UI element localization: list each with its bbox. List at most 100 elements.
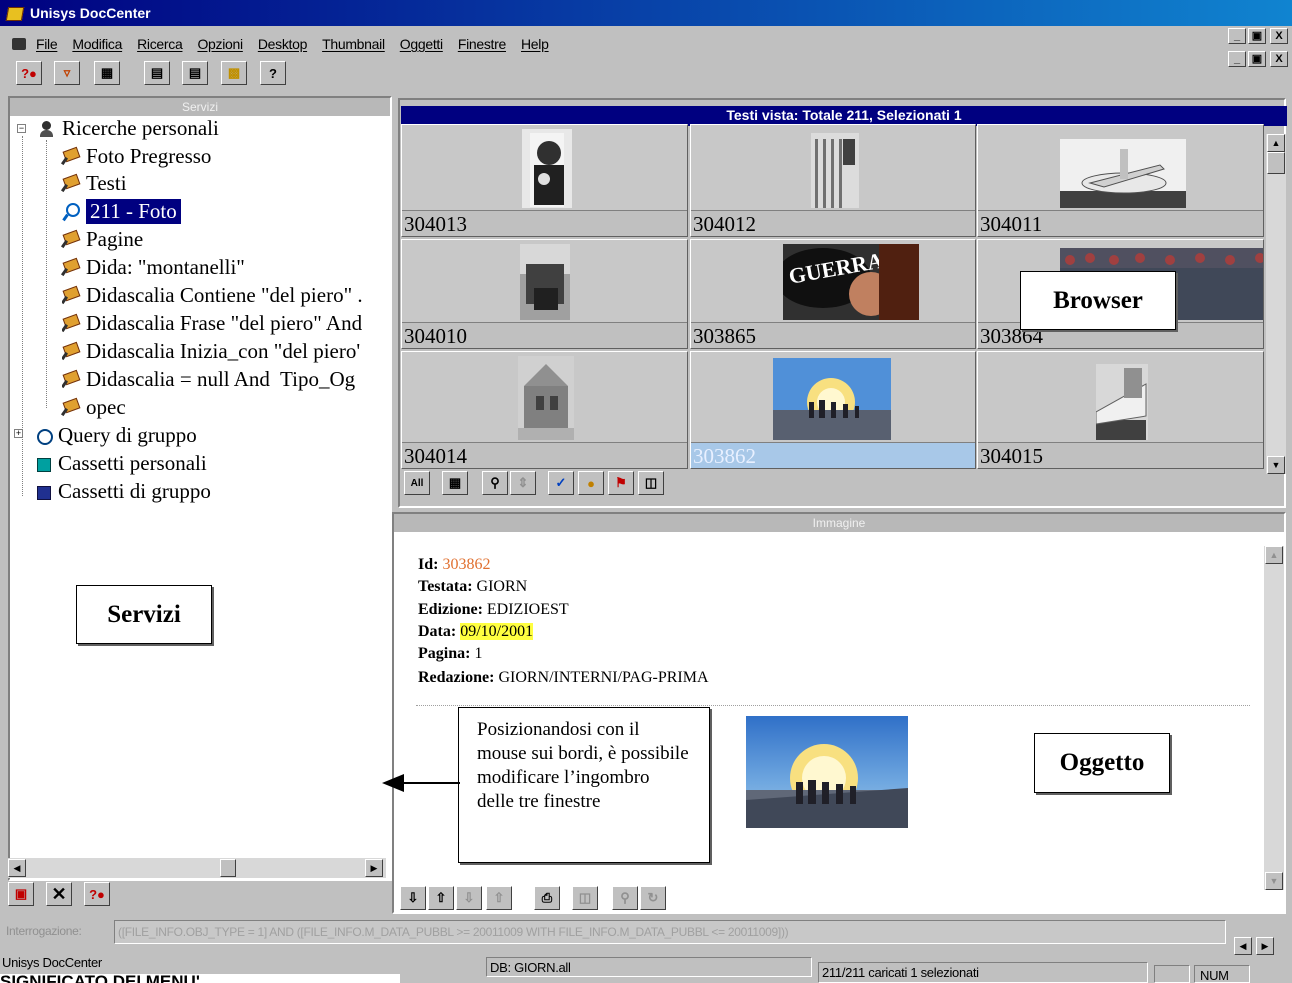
tree-expander-query-gruppo[interactable]: + — [14, 429, 23, 438]
title-bar[interactable]: Unisys DocCenter — [0, 0, 1292, 26]
new-query-button[interactable]: ?● — [16, 61, 42, 85]
scroll-left-button[interactable]: ◀ — [8, 859, 26, 877]
browser-vscrollbar[interactable] — [1266, 134, 1286, 474]
thumbnail-id-label: 303865 — [691, 322, 975, 348]
menu-finestre[interactable]: Finestre — [458, 36, 506, 52]
tree-item-ricerche-personali[interactable]: Ricerche personali — [38, 116, 219, 141]
tree-line — [22, 136, 23, 496]
menu-oggetti[interactable]: Oggetti — [400, 36, 443, 52]
menu-desktop[interactable]: Desktop — [258, 36, 308, 52]
tree-item-foto-pregresso[interactable]: Foto Pregresso — [62, 144, 211, 169]
thumbnail-image[interactable] — [518, 356, 574, 440]
thumbnail-cell[interactable]: 304015 — [977, 351, 1264, 469]
find-button[interactable]: ⚲ — [482, 471, 508, 495]
services-hscrollbar[interactable] — [8, 858, 386, 878]
bullet-button[interactable]: ● — [578, 471, 604, 495]
group-query-icon — [34, 427, 53, 445]
tree-expander-ricerche[interactable]: − — [17, 124, 26, 133]
object-image[interactable] — [746, 716, 908, 828]
thumbnail-cell[interactable]: GUERRA 303865 — [690, 239, 976, 349]
detail-divider — [416, 705, 1250, 706]
menu-thumbnail[interactable]: Thumbnail — [322, 36, 385, 52]
scroll-up-button[interactable]: ▲ — [1267, 134, 1285, 152]
rotate-button[interactable]: ↻ — [640, 886, 666, 910]
query-field[interactable]: ([FILE_INFO.OBJ_TYPE = 1] AND ([FILE_INF… — [114, 920, 1226, 944]
servizi-callout: Servizi — [76, 585, 212, 644]
list-button[interactable]: ▤ — [182, 61, 208, 85]
detail-scroll-up-button[interactable]: ▲ — [1265, 546, 1283, 564]
browser-callout: Browser — [1020, 271, 1176, 330]
services-delete-button[interactable]: ▣ — [8, 882, 34, 906]
detail-scroll-down-button[interactable]: ▼ — [1265, 872, 1283, 890]
help-button[interactable]: ? — [260, 61, 286, 85]
folder-icon: ▩ — [227, 65, 241, 80]
scroll-thumb[interactable] — [1267, 152, 1285, 174]
tree-item-211-foto[interactable]: 211 - Foto — [62, 199, 181, 224]
menu-ricerca[interactable]: Ricerca — [137, 36, 183, 52]
move-up-button[interactable]: ⇧ — [428, 886, 454, 910]
close-icon: ✕ — [51, 883, 67, 904]
thumbnail-image[interactable]: GUERRA — [783, 244, 919, 320]
thumbnail-image[interactable] — [1096, 364, 1148, 440]
move-down-button[interactable]: ⇩ — [400, 886, 426, 910]
status-loaded: 211/211 caricati 1 selezionati — [822, 965, 979, 980]
scroll-thumb[interactable] — [220, 859, 236, 877]
trash-button[interactable]: ▤ — [144, 61, 170, 85]
field-edizione: Edizione: EDIZIOEST — [418, 601, 569, 618]
detail-pane-header: Immagine — [394, 514, 1284, 532]
thumbnail-image[interactable] — [811, 133, 859, 208]
tree-item-query-di-gruppo[interactable]: Query di gruppo — [34, 423, 197, 448]
tree-item-cassetti-di-gruppo[interactable]: Cassetti di gruppo — [34, 479, 211, 504]
services-new-query-button[interactable]: ?● — [84, 882, 110, 906]
select-all-button[interactable]: All — [404, 471, 430, 495]
folder-button[interactable]: ▩ — [221, 61, 247, 85]
tree-item-testi[interactable]: Testi — [62, 171, 127, 196]
thumbnail-image[interactable] — [520, 244, 570, 320]
calendar-button[interactable]: ▦ — [442, 471, 468, 495]
tree-item-opec[interactable]: opec — [62, 395, 126, 420]
tree-item-didascalia-frase[interactable]: Didascalia Frase "del piero" And — [62, 311, 390, 336]
pushpin-icon — [62, 287, 80, 305]
tree-item-cassetti-personali[interactable]: Cassetti personali — [34, 451, 207, 476]
thumbnail-cell[interactable]: 304010 — [401, 239, 688, 349]
menu-file[interactable]: File — [36, 36, 58, 52]
app-window: Unisys DocCenter _ ▣ X _ ▣ X File Modifi… — [0, 0, 1292, 983]
tree-item-pagine[interactable]: Pagine — [62, 227, 143, 252]
prev-button[interactable]: ⇧ — [486, 886, 512, 910]
flag-button[interactable]: ⚑ — [608, 471, 634, 495]
menu-opzioni[interactable]: Opzioni — [197, 36, 243, 52]
thumbnail-cell[interactable]: 304012 — [690, 124, 976, 237]
thumbnail-image[interactable] — [1060, 139, 1186, 208]
thumbnail-cell[interactable]: 304014 — [401, 351, 688, 469]
thumbnail-image[interactable] — [773, 358, 891, 440]
next-button[interactable]: ⇩ — [456, 886, 482, 910]
scroll-right-button[interactable]: ▶ — [365, 859, 383, 877]
filter-icon: ▿ — [63, 65, 71, 80]
scroll-down-button[interactable]: ▼ — [1267, 456, 1285, 474]
tree-item-didascalia-inizia[interactable]: Didascalia Inizia_con "del piero' — [62, 339, 390, 364]
grid-view-button[interactable]: ▦ — [94, 61, 120, 85]
thumbnail-cell[interactable]: 304013 — [401, 124, 688, 237]
menu-help[interactable]: Help — [521, 36, 549, 52]
check-button[interactable]: ✓ — [548, 471, 574, 495]
new-query-icon: ?● — [21, 65, 37, 81]
tree-item-didascalia-contiene[interactable]: Didascalia Contiene "del piero" . — [62, 283, 390, 308]
pushpin-icon — [62, 371, 80, 389]
services-close-button[interactable]: ✕ — [46, 882, 72, 906]
thumbnail-image[interactable] — [522, 129, 572, 208]
export-button[interactable]: ◫ — [638, 471, 664, 495]
query-scroll-left-button[interactable]: ◀ — [1234, 937, 1252, 955]
copy-button[interactable]: ◫ — [572, 886, 598, 910]
detail-vscrollbar[interactable] — [1264, 546, 1284, 890]
tree-item-didascalia-null[interactable]: Didascalia = null And Tipo_Og — [62, 367, 390, 392]
thumbnail-cell[interactable]: 304011 — [977, 124, 1264, 237]
sort-button[interactable]: ⇕ — [510, 471, 536, 495]
document-window-icon[interactable] — [10, 35, 30, 53]
thumbnail-cell[interactable]: 303862 — [690, 351, 976, 469]
query-scroll-right-button[interactable]: ▶ — [1256, 937, 1274, 955]
print-button[interactable]: ⎙ — [534, 886, 560, 910]
filter-button[interactable]: ▿ — [54, 61, 80, 85]
tree-item-dida-montanelli[interactable]: Dida: "montanelli" — [62, 255, 245, 280]
menu-modifica[interactable]: Modifica — [72, 36, 122, 52]
zoom-button[interactable]: ⚲ — [612, 886, 638, 910]
